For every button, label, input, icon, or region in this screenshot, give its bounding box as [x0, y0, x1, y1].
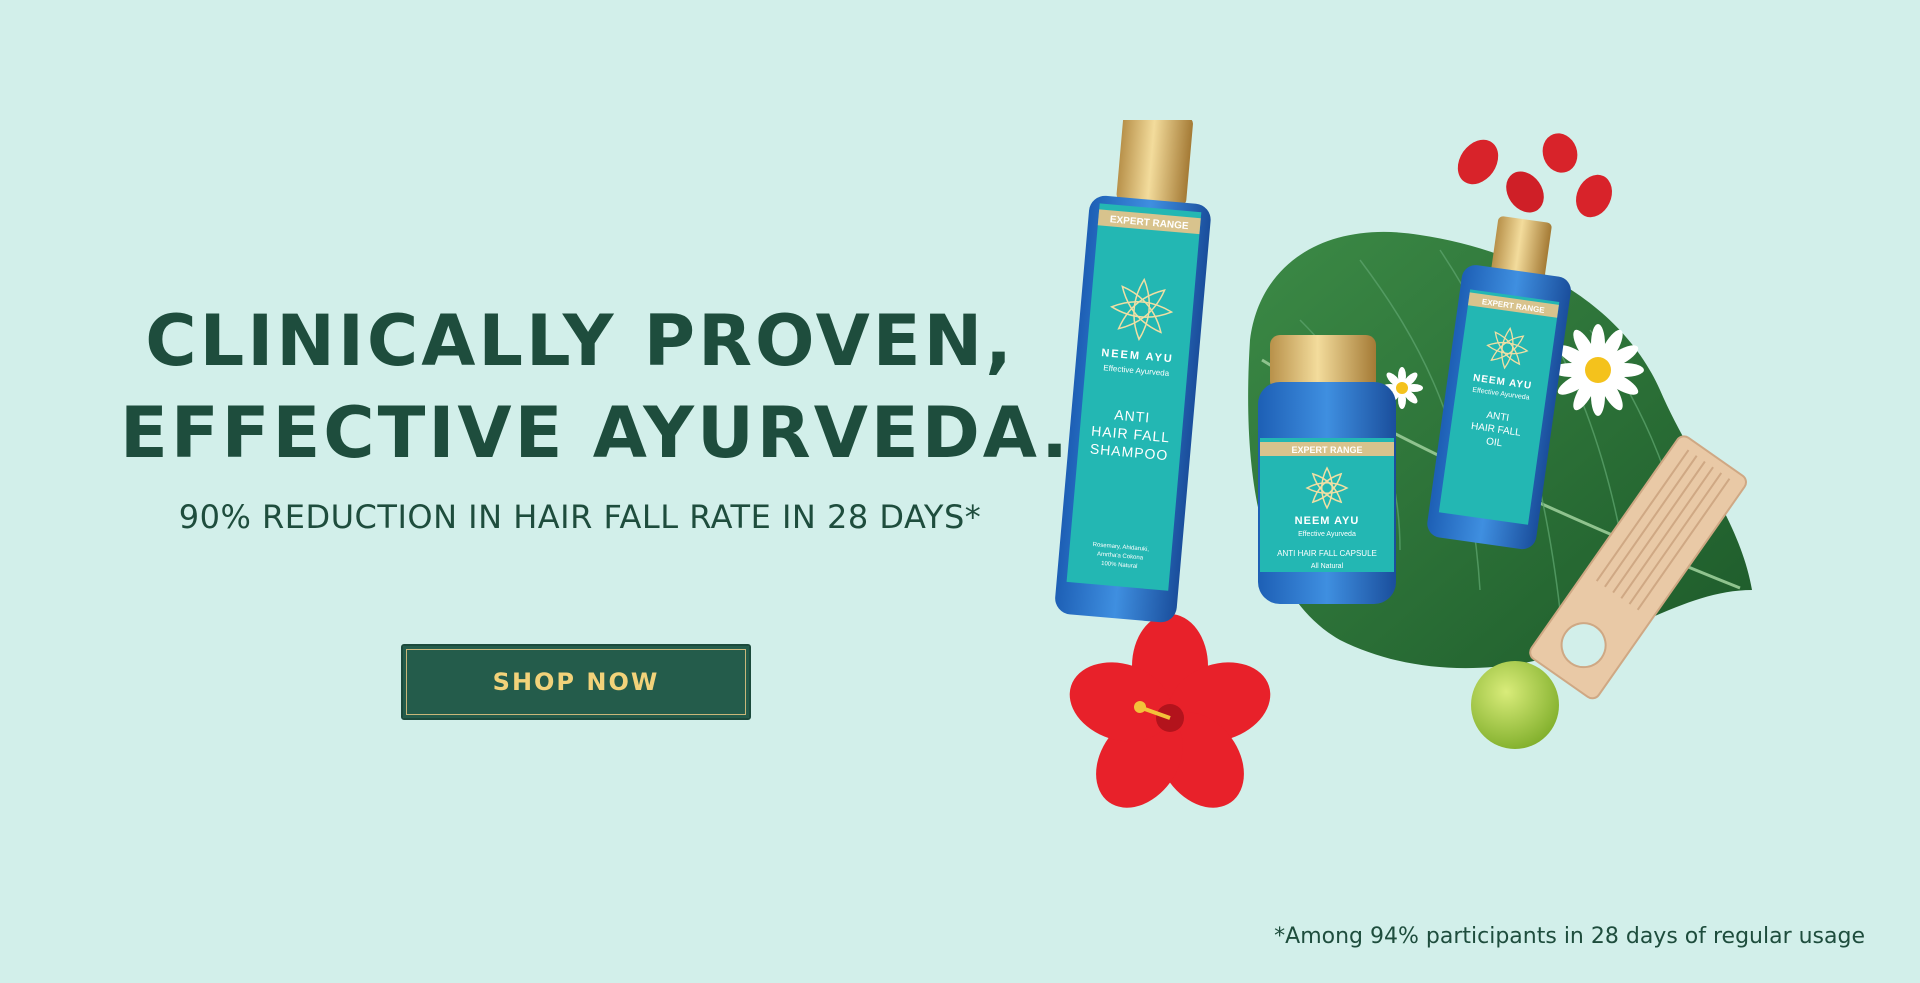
amla-fruit — [1471, 661, 1559, 749]
headline-line-1: CLINICALLY PROVEN, — [145, 300, 1015, 382]
shop-now-label: SHOP NOW — [492, 668, 660, 696]
product-hero-image: EXPERT RANGE NEEM AYU Effective Ayurveda… — [1055, 120, 1752, 808]
headline: CLINICALLY PROVEN, EFFECTIVE AYURVEDA. — [120, 295, 1071, 479]
headline-line-2: EFFECTIVE AYURVEDA. — [120, 392, 1071, 474]
rose-petals — [1457, 133, 1612, 218]
capsule-name: ANTI HAIR FALL CAPSULE — [1277, 549, 1377, 558]
hero-banner: CLINICALLY PROVEN, EFFECTIVE AYURVEDA. 9… — [0, 0, 1920, 983]
shampoo-name-1: ANTI — [1114, 406, 1151, 425]
capsule-jar: EXPERT RANGE NEEM AYU Effective Ayurveda… — [1258, 335, 1396, 604]
oil-name-3: OIL — [1485, 436, 1503, 449]
capsule-sub: All Natural — [1311, 563, 1344, 570]
disclaimer-footnote: *Among 94% participants in 28 days of re… — [1274, 924, 1865, 949]
capsule-brand: NEEM AYU — [1295, 515, 1360, 527]
capsule-tagline: Effective Ayurveda — [1298, 531, 1356, 538]
capsule-badge: EXPERT RANGE — [1291, 445, 1362, 455]
shampoo-bottle: EXPERT RANGE NEEM AYU Effective Ayurveda… — [1055, 120, 1211, 623]
shop-now-button[interactable]: SHOP NOW — [401, 644, 751, 720]
hibiscus-flower — [1069, 614, 1271, 808]
subheadline: 90% REDUCTION IN HAIR FALL RATE IN 28 DA… — [178, 498, 982, 536]
